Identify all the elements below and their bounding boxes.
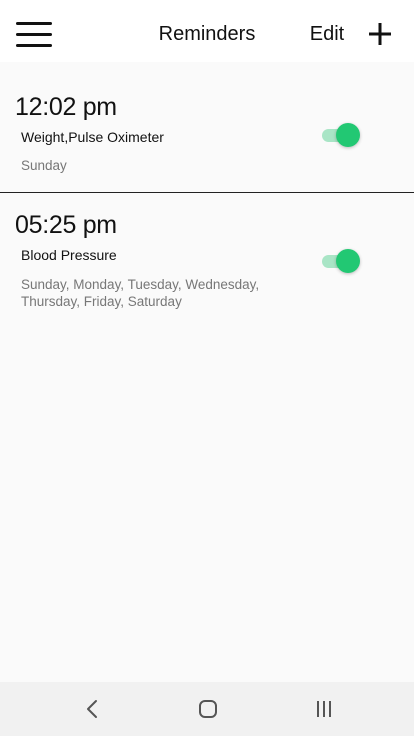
home-icon: [199, 700, 217, 718]
back-button[interactable]: [72, 693, 112, 725]
reminder-days: Sunday: [21, 158, 67, 173]
plus-icon: [369, 23, 391, 45]
reminder-devices: Blood Pressure: [21, 247, 117, 263]
reminder-devices: Weight,Pulse Oximeter: [21, 129, 164, 145]
add-reminder-button[interactable]: [362, 16, 398, 52]
reminder-toggle[interactable]: [320, 122, 362, 148]
page-title: Reminders: [158, 23, 256, 45]
menu-button[interactable]: [12, 14, 56, 54]
toggle-thumb: [336, 123, 360, 147]
recents-button[interactable]: [304, 693, 344, 725]
chevron-left-icon: [87, 700, 97, 718]
reminder-item[interactable]: 05:25 pm Blood Pressure Sunday, Monday, …: [0, 194, 414, 334]
app-header: Reminders Edit: [0, 0, 414, 62]
reminder-time: 05:25 pm: [15, 211, 117, 239]
home-button[interactable]: [188, 693, 228, 725]
recents-icon: [317, 701, 331, 717]
reminder-toggle[interactable]: [320, 248, 362, 274]
reminders-screen: Reminders Edit 12:02 pm Weight,Pulse Oxi…: [0, 0, 414, 682]
toggle-thumb: [336, 249, 360, 273]
system-navigation-bar: [0, 682, 414, 736]
reminder-item[interactable]: 12:02 pm Weight,Pulse Oximeter Sunday: [0, 62, 414, 193]
edit-button[interactable]: Edit: [300, 18, 354, 50]
reminder-time: 12:02 pm: [15, 93, 117, 121]
reminder-days: Sunday, Monday, Tuesday, Wednesday, Thur…: [21, 277, 260, 309]
